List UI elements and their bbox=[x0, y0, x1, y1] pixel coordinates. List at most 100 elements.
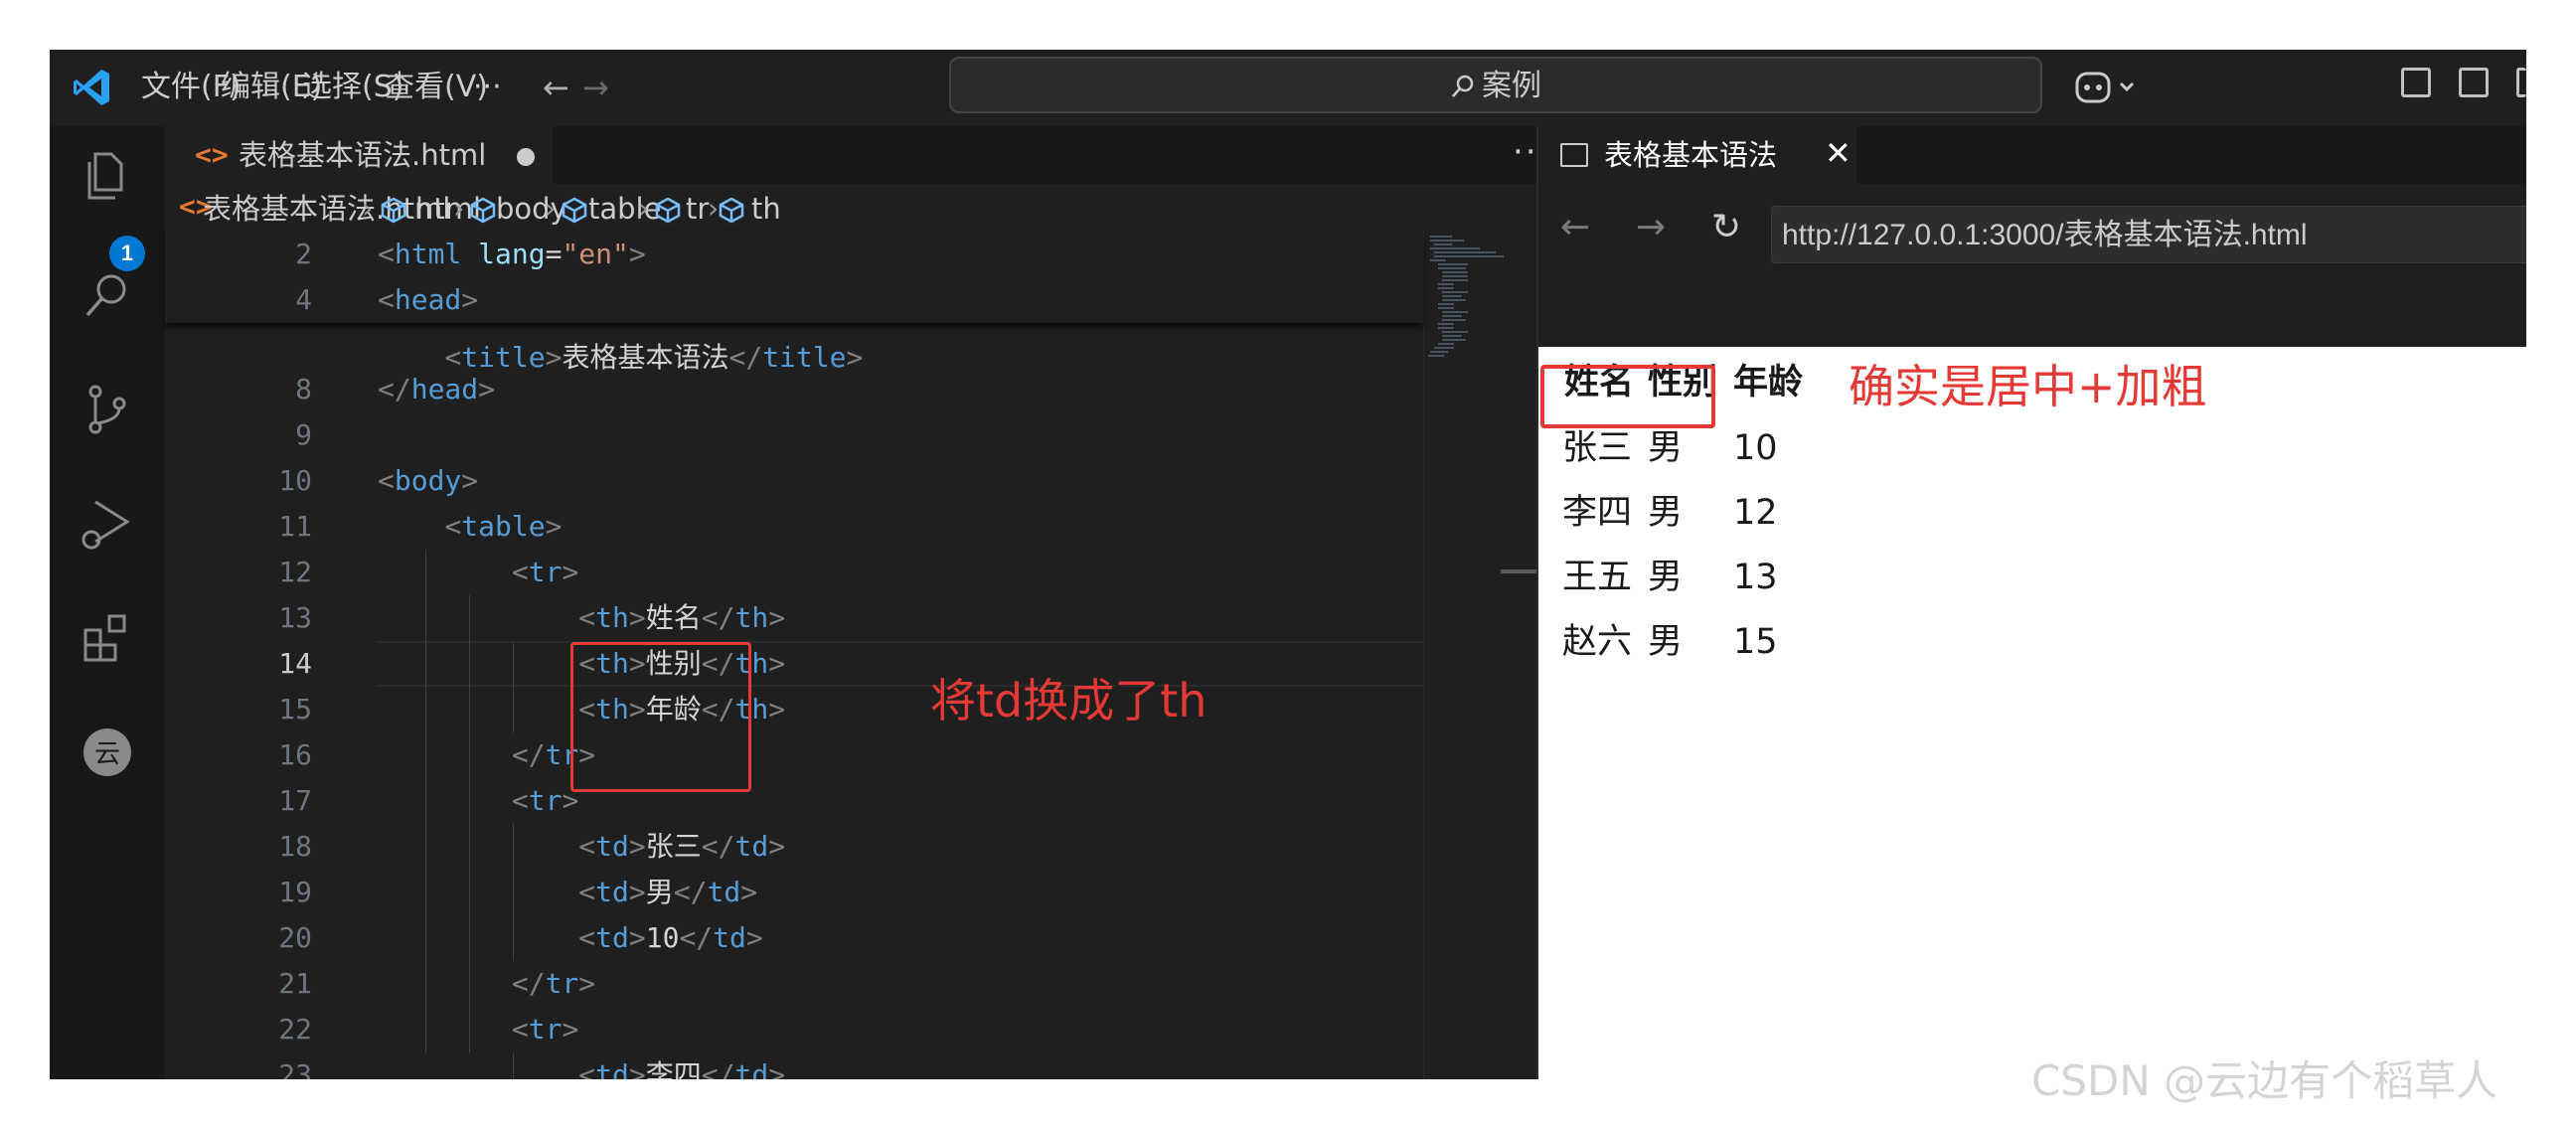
line-number: 11 bbox=[278, 510, 312, 543]
minimap-line bbox=[1438, 343, 1454, 345]
symbol-cube-icon bbox=[562, 197, 587, 224]
code-token: </ bbox=[679, 921, 714, 954]
sidebar-toggle-icon[interactable] bbox=[2459, 68, 2489, 97]
minimap-line bbox=[1438, 287, 1454, 289]
code-text: <td>张三</td> bbox=[378, 824, 785, 870]
breadcrumb-tr[interactable]: tr bbox=[686, 190, 709, 228]
editor-tab-active[interactable]: <> 表格基本语法.html bbox=[165, 126, 553, 184]
indent-guide bbox=[513, 824, 514, 961]
code-text: <body> bbox=[378, 458, 478, 504]
explorer-icon[interactable] bbox=[78, 146, 137, 206]
code-line: 22 <tr> bbox=[165, 1007, 1423, 1052]
code-token: </ bbox=[673, 876, 708, 908]
code-token: > bbox=[628, 830, 646, 863]
code-token: lang bbox=[478, 238, 546, 270]
code-token: "en" bbox=[562, 238, 629, 270]
line-number: 16 bbox=[278, 738, 312, 771]
browser-forward-icon[interactable]: → bbox=[1636, 208, 1666, 247]
code-token: > bbox=[578, 967, 596, 1000]
code-token: < bbox=[511, 784, 529, 817]
code-token: </ bbox=[511, 738, 546, 771]
editor-tab-bar: <> 表格基本语法.html ··· bbox=[165, 126, 1548, 184]
minimap-line bbox=[1442, 295, 1462, 297]
minimap-line bbox=[1442, 275, 1468, 277]
annotation-code-note: 将td换成了th bbox=[930, 674, 1208, 727]
browser-preview-panel: 表格基本语法 ✕ ← → ↻ http://127.0.0.1:3000/表格基… bbox=[1536, 126, 2526, 1079]
sticky-line[interactable]: 2 <html lang="en"> bbox=[165, 232, 1423, 277]
code-token: 李四 bbox=[645, 1058, 702, 1079]
minimap-line bbox=[1438, 267, 1466, 269]
minimap-line bbox=[1442, 311, 1468, 313]
code-token: tr bbox=[545, 967, 579, 1000]
minimap-line bbox=[1438, 283, 1454, 285]
line-number: 9 bbox=[295, 418, 312, 451]
line-number: 20 bbox=[278, 921, 312, 954]
table-cell: 张三 bbox=[1562, 428, 1633, 468]
source-control-icon[interactable] bbox=[78, 380, 137, 439]
back-arrow-icon[interactable]: ← bbox=[543, 68, 569, 107]
breadcrumb-file[interactable]: 表格基本语法.html bbox=[203, 190, 450, 228]
code-token: > bbox=[745, 921, 763, 954]
code-text: <th>姓名</th> bbox=[378, 595, 785, 641]
annotation-box-code bbox=[570, 642, 751, 792]
code-token: 男 bbox=[645, 876, 674, 908]
minimap-line bbox=[1442, 291, 1468, 293]
search-icon bbox=[1452, 75, 1474, 97]
code-token: > bbox=[740, 876, 758, 908]
symbol-cube-icon bbox=[719, 197, 744, 224]
sticky-scroll-header: 2 <html lang="en"> 4 <head> bbox=[165, 232, 1423, 323]
command-center-search[interactable]: 案例 bbox=[949, 57, 2042, 113]
code-token: < bbox=[578, 830, 596, 863]
code-token: tr bbox=[528, 784, 563, 817]
browser-back-icon[interactable]: ← bbox=[1560, 208, 1590, 247]
run-debug-icon[interactable] bbox=[78, 494, 137, 554]
table-cell: 15 bbox=[1733, 622, 1778, 662]
minimap[interactable] bbox=[1423, 232, 1536, 1079]
browser-tab[interactable]: 表格基本语法 ✕ bbox=[1538, 126, 1856, 184]
extensions-icon[interactable] bbox=[78, 608, 137, 668]
minimap-line bbox=[1434, 347, 1454, 349]
code-token: > bbox=[461, 283, 479, 316]
minimap-line bbox=[1430, 247, 1480, 249]
activity-bar: 1 云 bbox=[50, 126, 165, 1079]
layout-toggle-icon[interactable] bbox=[2401, 68, 2431, 97]
code-token: th bbox=[734, 601, 769, 634]
url-input[interactable]: http://127.0.0.1:3000/表格基本语法.html bbox=[1771, 206, 2526, 263]
minimap-line bbox=[1434, 255, 1504, 257]
unsaved-dot-icon[interactable] bbox=[517, 148, 535, 166]
line-number: 17 bbox=[278, 784, 312, 817]
breadcrumb-separator: › bbox=[453, 192, 465, 225]
breadcrumb-th[interactable]: th bbox=[751, 190, 781, 228]
minimap-line bbox=[1442, 331, 1468, 333]
browser-reload-icon[interactable]: ↻ bbox=[1711, 208, 1741, 247]
symbol-cube-icon bbox=[470, 197, 496, 224]
breadcrumb-body[interactable]: body bbox=[496, 190, 567, 228]
close-icon[interactable]: ✕ bbox=[1825, 134, 1852, 172]
code-text: <tr> bbox=[378, 1007, 578, 1052]
minimap-line bbox=[1442, 335, 1462, 337]
panel-toggle-icon[interactable] bbox=[2516, 68, 2526, 97]
copilot-icon[interactable] bbox=[2073, 68, 2143, 107]
code-token: html bbox=[394, 238, 462, 270]
forward-arrow-icon[interactable]: → bbox=[582, 68, 609, 107]
cloud-extension-icon[interactable]: 云 bbox=[78, 723, 137, 782]
table-cell: 赵六 bbox=[1562, 622, 1633, 662]
breadcrumb: <> 表格基本语法.html › html › body › table › t… bbox=[165, 184, 1536, 232]
code-editor[interactable]: <title>表格基本语法</title> 8 </head> 9 10 <body> 11… bbox=[165, 232, 1536, 1079]
minimap-line bbox=[1434, 251, 1496, 253]
code-line: 10 <body> bbox=[165, 458, 1423, 504]
breadcrumb-table[interactable]: table bbox=[588, 190, 661, 228]
code-line: 11 <table> bbox=[165, 504, 1423, 550]
menu-more[interactable]: ··· bbox=[473, 68, 502, 107]
search-view-icon[interactable] bbox=[78, 265, 137, 325]
line-number: 8 bbox=[295, 373, 312, 405]
code-token: < bbox=[444, 510, 462, 543]
sticky-line[interactable]: 4 <head> bbox=[165, 277, 1423, 323]
code-text: <html lang="en"> bbox=[378, 232, 646, 277]
code-line: 15 <th>年龄</th> bbox=[165, 687, 1423, 732]
code-token: > bbox=[461, 464, 479, 497]
table-cell: 男 bbox=[1648, 493, 1684, 533]
